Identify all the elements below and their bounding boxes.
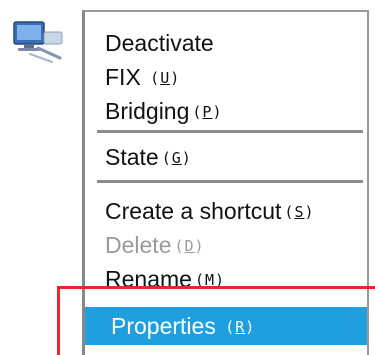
network-connection-icon[interactable] bbox=[8, 18, 68, 66]
accelerator-key: P bbox=[202, 103, 213, 121]
accelerator-key: D bbox=[184, 237, 195, 255]
menu-item-state[interactable]: State (G) bbox=[105, 140, 361, 174]
accelerator-hint: (M) bbox=[194, 271, 226, 289]
menu-item-label: Deactivate bbox=[105, 30, 214, 56]
accelerator-hint: (U) bbox=[150, 69, 181, 87]
menu-item-rename[interactable]: Rename (M) bbox=[105, 262, 361, 296]
accelerator-key: G bbox=[171, 149, 182, 167]
accelerator-key: M bbox=[204, 271, 215, 289]
accelerator-hint: (P) bbox=[192, 103, 223, 121]
menu-item-label: Bridging bbox=[105, 98, 190, 124]
accelerator-hint: (S) bbox=[284, 203, 315, 221]
accelerator-hint: (D) bbox=[174, 237, 205, 255]
menu-item-label: Create a shortcut bbox=[105, 198, 282, 224]
accelerator-hint: (R) bbox=[225, 318, 256, 336]
menu-item-fix[interactable]: FIX (U) bbox=[105, 60, 361, 94]
accelerator-key: S bbox=[294, 203, 305, 221]
context-menu: Deactivate FIX (U) Bridging (P) State (G) … bbox=[82, 10, 369, 355]
accelerator-hint: (G) bbox=[161, 149, 192, 167]
menu-item-properties[interactable]: Properties (R) bbox=[85, 307, 367, 345]
menu-separator bbox=[97, 180, 363, 183]
menu-item-delete: Delete (D) bbox=[105, 228, 361, 262]
menu-item-bridging[interactable]: Bridging (P) bbox=[105, 94, 361, 128]
menu-item-label: Delete bbox=[105, 232, 172, 258]
menu-separator bbox=[97, 130, 363, 133]
accelerator-key: U bbox=[160, 69, 171, 87]
menu-item-label: State bbox=[105, 144, 159, 170]
menu-item-label: Properties bbox=[111, 313, 223, 339]
accelerator-key: R bbox=[235, 318, 246, 336]
menu-item-deactivate[interactable]: Deactivate bbox=[105, 26, 361, 60]
menu-item-label: FIX bbox=[105, 64, 148, 90]
menu-item-label: Rename bbox=[105, 266, 192, 292]
menu-item-create-shortcut[interactable]: Create a shortcut (S) bbox=[105, 194, 361, 228]
screenshot-canvas: Deactivate FIX (U) Bridging (P) State (G) … bbox=[0, 0, 375, 355]
